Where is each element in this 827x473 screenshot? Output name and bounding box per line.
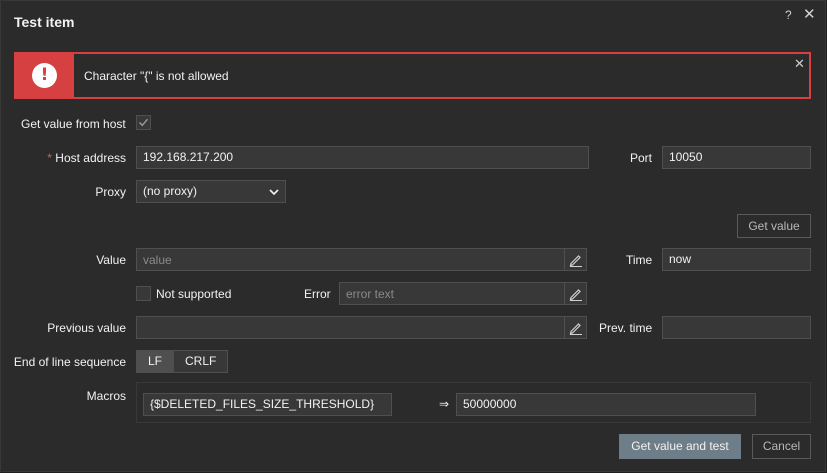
not-supported-label: Not supported [156,287,232,301]
eol-option-lf[interactable]: LF [136,350,175,373]
exclamation-circle-icon: ! [32,63,57,88]
close-icon[interactable]: ✕ [803,5,816,23]
get-value-button[interactable]: Get value [737,214,811,238]
pencil-icon [569,323,582,335]
proxy-label: Proxy [95,185,126,199]
error-message-text: Character "{" is not allowed [84,69,229,83]
macro-arrow: ⇒ [439,397,450,411]
test-item-dialog: Test item ? ✕ ! Character "{" is not all… [0,0,826,472]
get-value-and-test-button[interactable]: Get value and test [619,434,741,459]
error-text-input[interactable] [339,282,565,305]
prev-time-input[interactable] [662,316,811,339]
eol-label: End of line sequence [13,355,126,369]
macros-container: {$DELETED_FILES_SIZE_THRESHOLD} ⇒ 500000… [136,382,811,423]
eol-segmented-control: LF CRLF [136,350,229,373]
get-value-from-host-label: Get value from host [21,117,126,131]
pencil-icon [569,255,582,267]
time-label: Time [626,253,653,267]
eol-option-crlf[interactable]: CRLF [174,350,229,373]
error-close-icon[interactable]: ✕ [794,56,805,72]
previous-value-edit-button[interactable] [564,316,587,339]
error-message-box: ! Character "{" is not allowed ✕ [14,52,811,99]
dialog-title: Test item [14,14,75,30]
value-edit-button[interactable] [564,248,587,271]
host-address-label-text: Host address [55,151,126,165]
not-supported-checkbox[interactable] [136,286,151,301]
macro-value-input[interactable]: 50000000 [456,393,756,416]
previous-value-label: Previous value [47,321,126,335]
error-edit-button[interactable] [564,282,587,305]
error-icon-panel: ! [16,54,74,97]
chevron-down-icon [269,189,279,196]
previous-value-input[interactable] [136,316,565,339]
pencil-icon [569,289,582,301]
required-mark: * [47,151,52,165]
check-icon [139,118,149,127]
proxy-selected-value: (no proxy) [143,184,198,198]
host-address-input[interactable]: 192.168.217.200 [136,146,589,169]
prev-time-label: Prev. time [599,321,653,335]
time-input[interactable]: now [662,248,811,271]
macro-name-input[interactable]: {$DELETED_FILES_SIZE_THRESHOLD} [143,393,392,416]
macros-label: Macros [86,389,126,403]
port-input[interactable]: 10050 [662,146,811,169]
help-icon[interactable]: ? [785,8,792,22]
host-address-label: * Host address [21,151,126,165]
value-label: Value [96,253,126,267]
port-label: Port [630,151,653,165]
get-value-from-host-checkbox[interactable] [136,115,151,130]
cancel-button[interactable]: Cancel [752,434,811,459]
error-field-label: Error [304,287,331,301]
value-input[interactable] [136,248,565,271]
proxy-select[interactable]: (no proxy) [136,180,286,203]
